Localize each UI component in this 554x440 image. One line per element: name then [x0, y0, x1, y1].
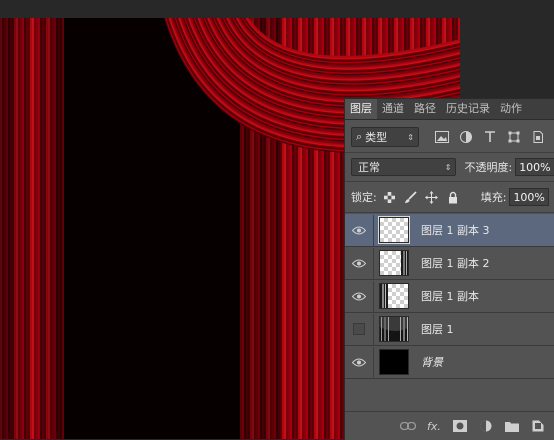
- layers-panel: 图层 通道 路径 历史记录 动作 ⌕ 类型 ⇕ 正常 ⇕ 不透明度: 100% …: [344, 98, 554, 440]
- layer-row[interactable]: 图层 1 副本: [345, 280, 554, 313]
- visibility-off-box[interactable]: [345, 313, 374, 345]
- eye-icon[interactable]: [345, 247, 374, 279]
- smart-object-filter-icon[interactable]: [529, 128, 547, 146]
- tab-channels[interactable]: 通道: [377, 99, 409, 119]
- eye-icon[interactable]: [345, 280, 374, 312]
- layer-row[interactable]: 图层 1 副本 2: [345, 247, 554, 280]
- select-arrow-icon: ⇕: [444, 162, 452, 172]
- panel-bottom-toolbar: fx.: [345, 411, 554, 440]
- new-layer-icon[interactable]: [529, 418, 547, 434]
- image-filter-icon[interactable]: [433, 128, 451, 146]
- blend-mode-value: 正常: [358, 161, 380, 174]
- select-arrow-icon: ⇕: [407, 132, 414, 142]
- layer-row[interactable]: 图层 1 副本 3: [345, 214, 554, 247]
- divider: [345, 181, 554, 182]
- fill-input[interactable]: 100%: [509, 188, 550, 206]
- new-adjustment-layer-icon[interactable]: [477, 418, 495, 434]
- layer-name: 图层 1 副本 2: [421, 257, 490, 270]
- divider: [345, 212, 554, 213]
- layer-thumbnail: [378, 216, 410, 244]
- link-layers-icon[interactable]: [399, 418, 417, 434]
- layer-name: 背景: [421, 356, 443, 369]
- filter-type-label: 类型: [365, 131, 388, 144]
- lock-label: 锁定:: [351, 191, 377, 204]
- adjustment-filter-icon[interactable]: [457, 128, 475, 146]
- layer-row[interactable]: 图层 1: [345, 313, 554, 346]
- layer-thumbnail: [379, 250, 409, 276]
- filter-type-select[interactable]: ⌕ 类型 ⇕: [351, 127, 419, 147]
- search-icon: ⌕: [356, 130, 363, 143]
- lock-image-pixels-brush-icon[interactable]: [403, 189, 419, 205]
- layer-thumbnail: [379, 316, 409, 342]
- lock-position-move-icon[interactable]: [424, 189, 440, 205]
- opacity-label: 不透明度:: [464, 161, 513, 174]
- eye-icon[interactable]: [345, 346, 374, 378]
- opacity-input[interactable]: 100%: [515, 158, 554, 176]
- add-mask-icon[interactable]: [451, 418, 469, 434]
- layer-name: 图层 1 副本: [421, 290, 479, 303]
- blend-mode-select[interactable]: 正常 ⇕: [351, 158, 457, 176]
- tab-history[interactable]: 历史记录: [441, 99, 495, 119]
- divider: [345, 152, 554, 153]
- layer-row[interactable]: 背景: [345, 346, 554, 379]
- lock-transparent-pixels-icon[interactable]: [382, 189, 398, 205]
- tab-layers[interactable]: 图层: [345, 99, 377, 119]
- tab-actions[interactable]: 动作: [495, 99, 527, 119]
- tab-paths[interactable]: 路径: [409, 99, 441, 119]
- text-filter-icon[interactable]: [481, 128, 499, 146]
- new-group-folder-icon[interactable]: [503, 418, 521, 434]
- layer-name: 图层 1 副本 3: [421, 224, 490, 237]
- curtain-shade: [0, 18, 64, 439]
- eye-icon[interactable]: [345, 214, 374, 246]
- panel-tabs: 图层 通道 路径 历史记录 动作: [345, 99, 554, 120]
- layer-name: 图层 1: [421, 323, 454, 336]
- layer-styles-fx-icon[interactable]: fx.: [425, 418, 443, 434]
- shape-filter-icon[interactable]: [505, 128, 523, 146]
- lock-all-icon[interactable]: [445, 189, 461, 205]
- layers-list: 图层 1 副本 3 图层 1 副本 2 图层 1 副本 图层 1 背景: [345, 214, 554, 379]
- fill-label: 填充:: [480, 191, 507, 204]
- layer-thumbnail: [379, 349, 409, 375]
- layer-thumbnail: [379, 283, 409, 309]
